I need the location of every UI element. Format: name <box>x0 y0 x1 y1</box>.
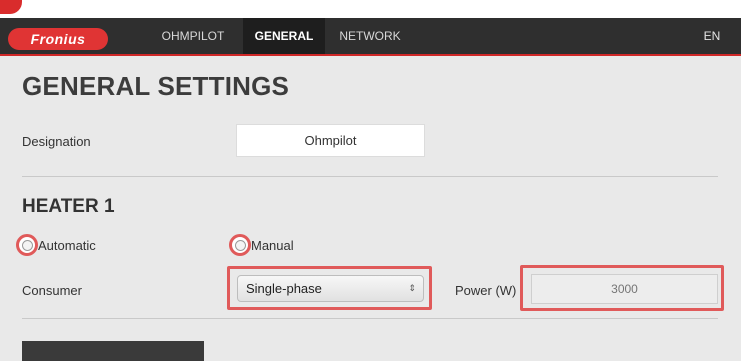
select-arrows-icon: ⇕ <box>408 283 416 293</box>
radio-button[interactable] <box>21 239 33 251</box>
designation-label: Designation <box>22 134 91 149</box>
section-divider <box>22 318 718 319</box>
nav-tab-network[interactable]: NETWORK <box>330 18 410 54</box>
manual-radio[interactable]: Manual <box>229 234 294 256</box>
consumer-label: Consumer <box>22 283 82 298</box>
manual-radio-label: Manual <box>251 237 294 253</box>
page-title: GENERAL SETTINGS <box>22 71 290 101</box>
automatic-radio[interactable]: Automatic <box>16 234 96 256</box>
radio-highlight-ring <box>229 234 251 256</box>
language-selector[interactable]: EN <box>695 18 729 54</box>
designation-input[interactable] <box>236 124 425 157</box>
save-button[interactable] <box>22 341 204 361</box>
section-divider <box>22 176 718 177</box>
top-strip <box>0 0 741 18</box>
heater-section-title: HEATER 1 <box>22 196 115 217</box>
nav-tab-general[interactable]: GENERAL <box>243 18 325 54</box>
power-label: Power (W) <box>455 283 517 298</box>
top-navbar: Fronius OHMPILOT GENERAL NETWORK EN <box>0 18 741 56</box>
power-input[interactable] <box>531 274 718 304</box>
radio-highlight-ring <box>16 234 38 256</box>
consumer-select-value: Single-phase <box>246 281 322 296</box>
automatic-radio-label: Automatic <box>38 237 96 253</box>
radio-button[interactable] <box>234 239 246 251</box>
nav-tab-ohmpilot[interactable]: OHMPILOT <box>148 18 238 54</box>
fronius-logo[interactable]: Fronius <box>8 28 108 50</box>
consumer-select[interactable]: Single-phase ⇕ <box>237 275 424 302</box>
